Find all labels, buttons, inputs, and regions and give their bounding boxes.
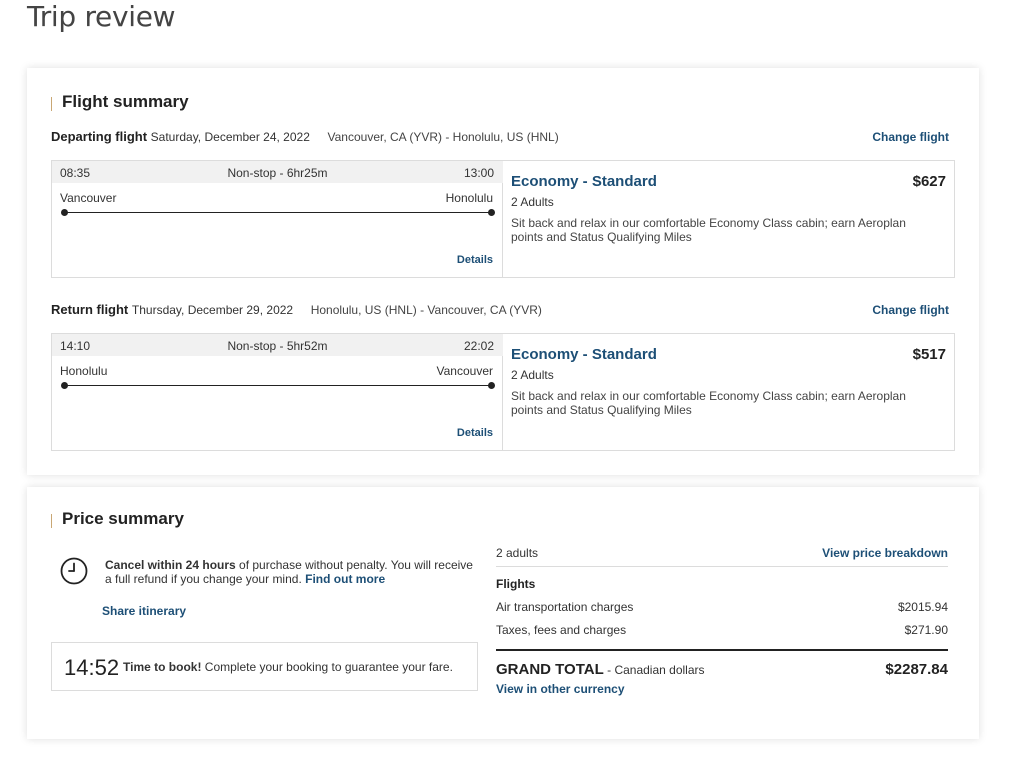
price-summary-card: Price summary Cancel within 24 hours of … <box>27 487 979 739</box>
booking-timer: 14:52 Time to book! Complete your bookin… <box>51 642 478 691</box>
flight-date: Thursday, December 29, 2022 <box>131 303 294 317</box>
fare-name: Economy - Standard <box>511 173 657 190</box>
flight-timeline: 14:10 Non-stop - 5hr52m 22:02 Honolulu V… <box>52 334 503 450</box>
time-bar: 14:10 Non-stop - 5hr52m 22:02 <box>52 334 503 356</box>
flight-timeline: 08:35 Non-stop - 6hr25m 13:00 Vancouver … <box>52 161 503 277</box>
return-flight-header: Return flight Thursday, December 29, 202… <box>51 302 542 317</box>
time-bar: 08:35 Non-stop - 6hr25m 13:00 <box>52 161 503 183</box>
price-passengers-row: 2 adults View price breakdown <box>496 546 948 560</box>
view-other-currency-link[interactable]: View in other currency <box>496 682 948 696</box>
flight-route: Honolulu, US (HNL) - Vancouver, CA (YVR) <box>310 303 542 317</box>
total-currency: - Canadian dollars <box>603 663 705 677</box>
flight-date: Saturday, December 24, 2022 <box>150 130 310 144</box>
flight-route: Vancouver, CA (YVR) - Honolulu, US (HNL) <box>327 130 559 144</box>
destination-city: Vancouver <box>436 364 493 378</box>
taxes-label: Taxes, fees and charges <box>496 623 627 637</box>
fare-price: $517 <box>912 346 946 363</box>
view-price-breakdown-link[interactable]: View price breakdown <box>822 546 948 560</box>
origin-city: Honolulu <box>60 364 108 378</box>
departing-flight-box: 08:35 Non-stop - 6hr25m 13:00 Vancouver … <box>51 160 955 278</box>
origin-city: Vancouver <box>60 191 117 205</box>
air-charges-row: Air transportation charges $2015.94 <box>496 600 948 614</box>
air-charges-label: Air transportation charges <box>496 600 634 614</box>
taxes-value: $271.90 <box>904 623 948 637</box>
arrival-time: 13:00 <box>463 166 494 180</box>
details-link[interactable]: Details <box>457 254 493 266</box>
find-out-more-link[interactable]: Find out more <box>305 572 385 586</box>
route-line <box>64 385 491 386</box>
timer-message: Time to book! Complete your booking to g… <box>123 660 453 674</box>
page-title: Trip review <box>27 0 176 33</box>
cancel-policy-text: Cancel within 24 hours of purchase witho… <box>105 558 473 586</box>
divider <box>496 566 948 567</box>
air-charges-value: $2015.94 <box>897 600 948 614</box>
clock-icon <box>60 557 88 585</box>
flight-duration: Non-stop - 5hr52m <box>227 339 328 353</box>
flight-summary-heading: Flight summary <box>51 93 189 111</box>
flights-label: Flights <box>496 577 536 591</box>
origin-dot <box>61 209 68 216</box>
price-passengers: 2 adults <box>496 546 539 560</box>
flight-label: Return flight <box>51 302 129 317</box>
grand-total-value: $2287.84 <box>885 661 948 678</box>
price-summary-heading: Price summary <box>51 510 184 528</box>
details-link[interactable]: Details <box>457 427 493 439</box>
fare-name: Economy - Standard <box>511 346 657 363</box>
share-itinerary-link[interactable]: Share itinerary <box>102 604 186 618</box>
grand-total-row: GRAND TOTAL - Canadian dollars $2287.84 <box>496 661 948 678</box>
grand-total-label: GRAND TOTAL <box>496 661 604 678</box>
return-flight-box: 14:10 Non-stop - 5hr52m 22:02 Honolulu V… <box>51 333 955 451</box>
departing-flight-header: Departing flight Saturday, December 24, … <box>51 129 559 144</box>
fare-price: $627 <box>912 173 946 190</box>
destination-city: Honolulu <box>445 191 493 205</box>
destination-dot <box>488 382 495 389</box>
change-flight-link[interactable]: Change flight <box>872 130 949 144</box>
flight-duration: Non-stop - 6hr25m <box>227 166 328 180</box>
flight-summary-card: Flight summary Departing flight Saturday… <box>27 68 979 475</box>
fare-passengers: 2 Adults <box>511 195 554 209</box>
fare-info: Economy - Standard $517 2 Adults Sit bac… <box>511 334 954 450</box>
route-line <box>64 212 491 213</box>
total-divider <box>496 649 948 651</box>
fare-passengers: 2 Adults <box>511 368 554 382</box>
arrival-time: 22:02 <box>463 339 494 353</box>
fare-info: Economy - Standard $627 2 Adults Sit bac… <box>511 161 954 277</box>
taxes-row: Taxes, fees and charges $271.90 <box>496 623 948 637</box>
change-flight-link[interactable]: Change flight <box>872 303 949 317</box>
fare-description: Sit back and relax in our comfortable Ec… <box>511 216 906 244</box>
timer-value: 14:52 <box>64 655 120 680</box>
flight-label: Departing flight <box>51 129 148 144</box>
origin-dot <box>61 382 68 389</box>
destination-dot <box>488 209 495 216</box>
fare-description: Sit back and relax in our comfortable Ec… <box>511 389 906 417</box>
